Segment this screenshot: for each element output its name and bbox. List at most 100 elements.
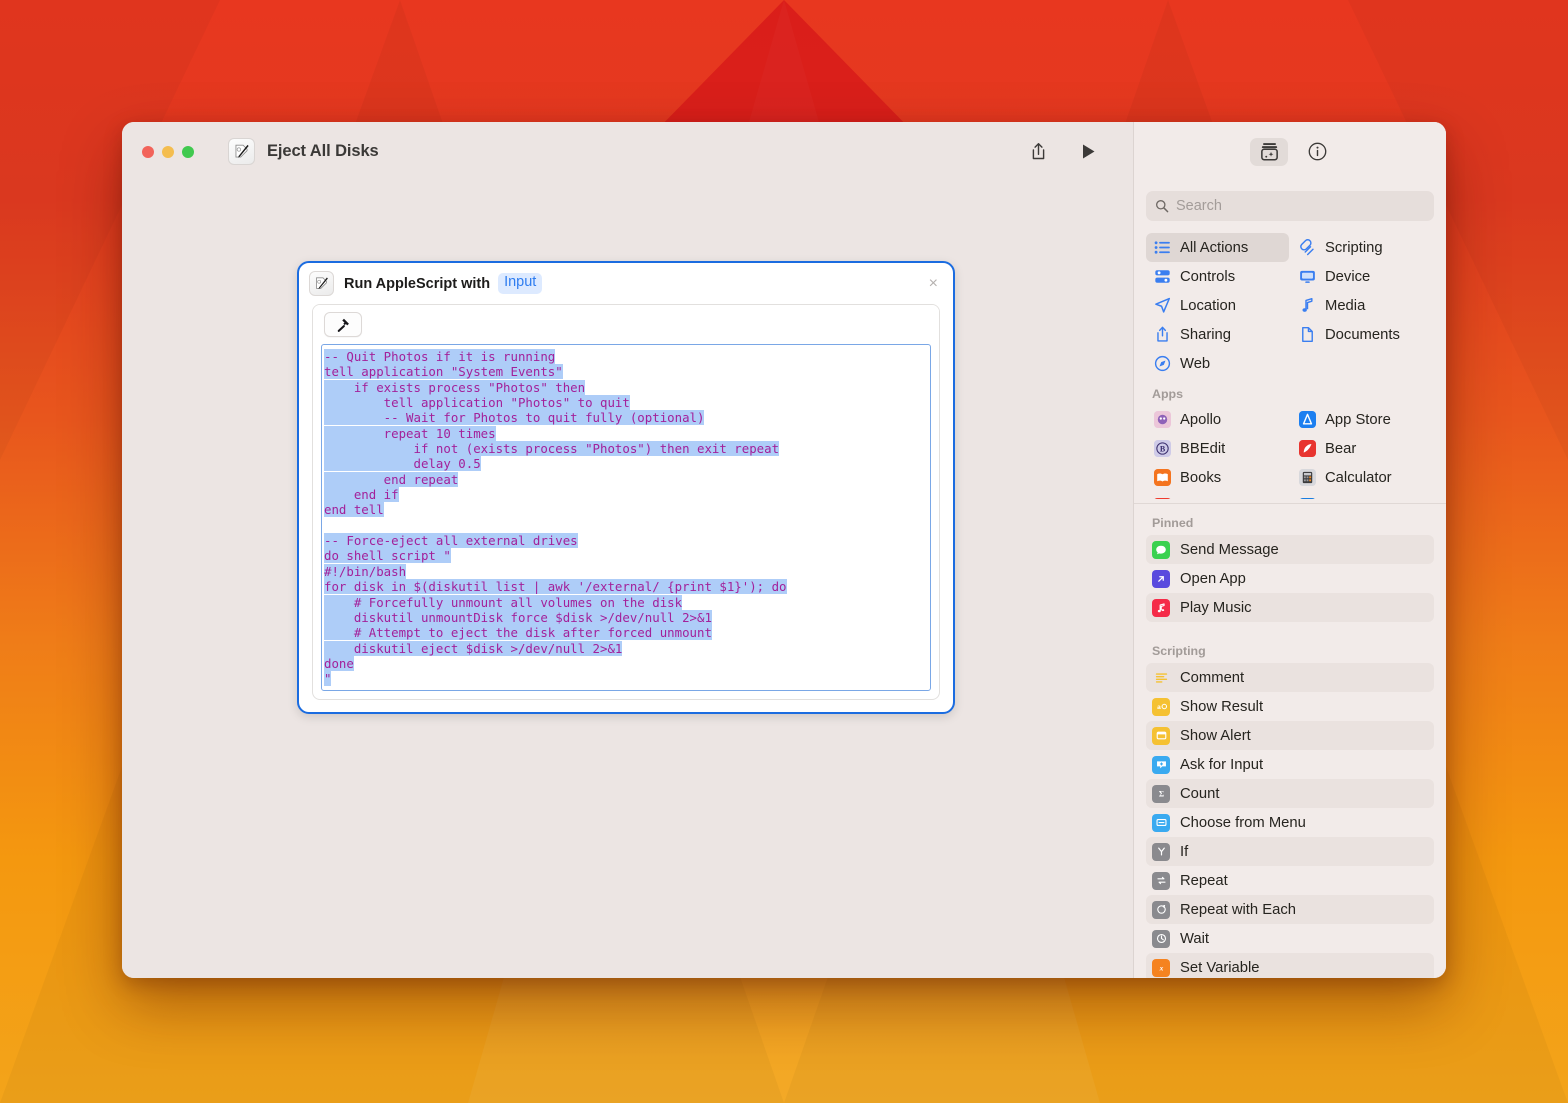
action-label: If [1180,843,1189,860]
category-controls[interactable]: Controls [1146,262,1289,291]
action-choose-from-menu[interactable]: Choose from Menu [1146,808,1434,837]
app-apollo[interactable]: Apollo [1146,405,1289,434]
scripting-icon [1297,239,1317,256]
category-all-actions[interactable]: All Actions [1146,233,1289,262]
category-documents[interactable]: Documents [1291,320,1434,349]
applescript-code-editor[interactable]: -- Quit Photos if it is running tell app… [321,344,931,691]
svg-text:Σ: Σ [1158,789,1163,798]
action-label: Open App [1180,570,1246,587]
action-ask-for-input[interactable]: Ask for Input [1146,750,1434,779]
app-camo-studio[interactable]: Camo Studio [1291,492,1434,499]
app-store-icon [1297,411,1317,428]
action-send-message[interactable]: Send Message [1146,535,1434,564]
window-title: Eject All Disks [267,142,379,160]
window-titlebar: Eject All Disks [122,122,1446,181]
search-field[interactable] [1146,191,1434,221]
app-label: Bear [1325,440,1357,457]
action-library-icon[interactable] [1250,137,1288,166]
actions-list[interactable]: Pinned Send Message Open App Play Music … [1146,512,1434,978]
action-wait[interactable]: Wait [1146,924,1434,953]
action-input-token[interactable]: Input [498,273,543,294]
pinned-section-header: Pinned [1152,516,1194,530]
code-selected-text: -- Quit Photos if it is running tell app… [324,349,787,671]
action-comment[interactable]: Comment [1146,663,1434,692]
category-label: All Actions [1180,239,1249,256]
category-location[interactable]: Location [1146,291,1289,320]
window-controls[interactable] [142,145,194,158]
category-label: Controls [1180,268,1236,285]
app-books[interactable]: Books [1146,463,1289,492]
category-label: Web [1180,355,1211,372]
ask-input-icon [1152,755,1170,774]
action-library-sidebar: All Actions Scripting [1133,181,1446,978]
action-open-app[interactable]: Open App [1146,564,1434,593]
close-window-button[interactable] [142,145,154,158]
search-input[interactable] [1176,198,1425,214]
svg-text:a: a [1157,704,1161,711]
open-app-icon [1152,569,1170,588]
document-icon [1297,326,1317,343]
close-icon[interactable]: × [927,273,940,295]
play-icon[interactable] [1075,139,1101,165]
info-icon[interactable] [1304,139,1330,165]
app-app-store[interactable]: App Store [1291,405,1434,434]
titlebar-actions [1025,139,1119,165]
calculator-icon [1297,469,1317,486]
action-label: Wait [1180,930,1210,947]
count-icon: Σ [1152,784,1170,803]
search-icon [1155,199,1169,213]
app-label: Books [1180,469,1222,486]
apollo-icon [1152,411,1172,428]
action-card-run-applescript[interactable]: Run AppleScript with Input × -- Quit Pho… [297,261,955,714]
action-label: Play Music [1180,599,1252,616]
category-scripting[interactable]: Scripting [1291,233,1434,262]
action-label: Show Result [1180,698,1264,715]
action-label: Set Variable [1180,959,1260,976]
list-icon [1152,239,1172,256]
applescript-code-content[interactable]: -- Quit Photos if it is running tell app… [322,345,930,690]
action-label: Repeat [1180,872,1228,889]
minimize-window-button[interactable] [162,145,174,158]
app-calendar[interactable]: 15 Calendar [1146,492,1289,499]
action-set-variable[interactable]: x Set Variable [1146,953,1434,978]
wait-icon [1152,929,1170,948]
action-play-music[interactable]: Play Music [1146,593,1434,622]
window-body: Run AppleScript with Input × -- Quit Pho… [122,181,1446,978]
comment-icon [1152,669,1170,687]
action-card-header: Run AppleScript with Input × [299,263,953,304]
action-count[interactable]: Σ Count [1146,779,1434,808]
category-label: Media [1325,297,1366,314]
category-grid: All Actions Scripting Controls Device Lo… [1146,233,1434,499]
script-editor-icon [309,271,334,296]
app-calculator[interactable]: Calculator [1291,463,1434,492]
action-label: Comment [1180,669,1245,686]
share-icon [1152,326,1172,343]
script-editor-toolbar [313,305,939,344]
music-icon [1152,598,1170,617]
category-media[interactable]: Media [1291,291,1434,320]
show-result-icon: a [1152,697,1170,716]
action-show-result[interactable]: a Show Result [1146,692,1434,721]
action-if[interactable]: If [1146,837,1434,866]
app-bear[interactable]: Bear [1291,434,1434,463]
category-device[interactable]: Device [1291,262,1434,291]
display-icon [1297,268,1317,285]
app-bbedit[interactable]: B BBEdit [1146,434,1289,463]
maximize-window-button[interactable] [182,145,194,158]
category-web[interactable]: Web [1146,349,1289,378]
app-label: Calculator [1325,469,1392,486]
share-icon[interactable] [1025,139,1051,165]
workflow-canvas[interactable]: Run AppleScript with Input × -- Quit Pho… [122,181,1133,978]
repeat-icon [1152,871,1170,890]
calendar-icon: 15 [1152,498,1172,499]
category-sharing[interactable]: Sharing [1146,320,1289,349]
svg-text:x: x [1158,963,1163,972]
action-show-alert[interactable]: Show Alert [1146,721,1434,750]
category-label: Location [1180,297,1236,314]
action-label: Send Message [1180,541,1279,558]
app-label: Camo Studio [1325,499,1411,500]
hammer-icon[interactable] [324,312,362,337]
action-repeat[interactable]: Repeat [1146,866,1434,895]
action-repeat-with-each[interactable]: Repeat with Each [1146,895,1434,924]
show-alert-icon [1152,726,1170,745]
